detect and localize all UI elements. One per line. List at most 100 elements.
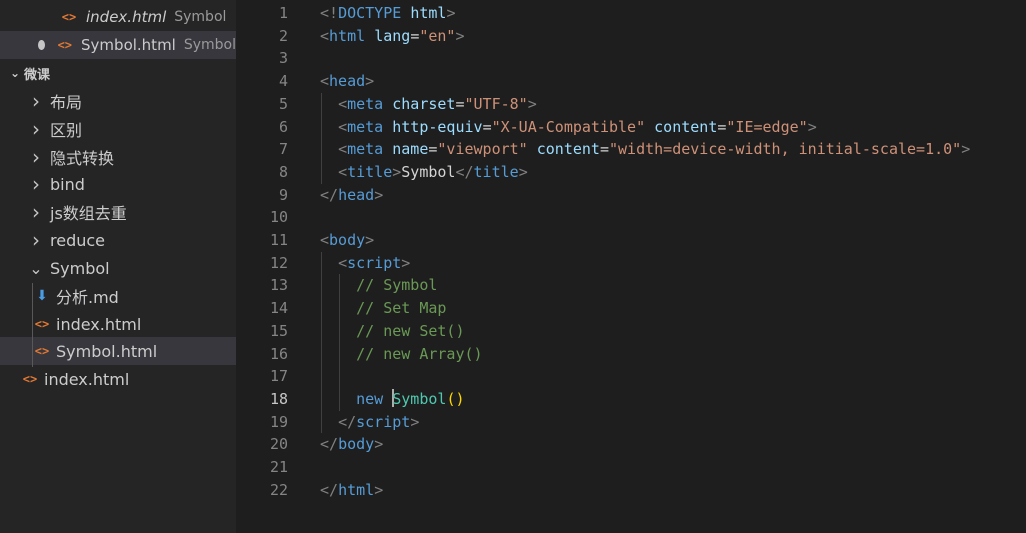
code-line[interactable]: 12 <script>: [236, 252, 1026, 275]
code-attr-name: content: [536, 140, 600, 159]
tree-item[interactable]: ⌄ Symbol: [0, 254, 236, 282]
code-tag-bracket: >: [374, 435, 384, 454]
line-number: 1: [278, 4, 288, 22]
code-line[interactable]: 5 <meta charset="UTF-8">: [236, 93, 1026, 116]
code-content: <meta name="viewport" content="width=dev…: [320, 138, 970, 161]
code-line[interactable]: 20 </body>: [236, 433, 1026, 456]
open-editor-index-html[interactable]: <> index.html Symbol: [0, 3, 236, 31]
unsaved-dot-icon[interactable]: [38, 40, 45, 50]
code-line[interactable]: 8 <title>Symbol</title>: [236, 161, 1026, 184]
open-editor-filename: Symbol.html: [81, 36, 176, 54]
code-line[interactable]: 21: [236, 456, 1026, 479]
code-line[interactable]: 11 <body>: [236, 229, 1026, 252]
tree-item[interactable]: <> Symbol.html: [0, 337, 236, 365]
code-string: "UTF-8": [464, 94, 528, 113]
code-editor[interactable]: 1 <!DOCTYPE html> 2 <html lang="en"> 3 4 <head…: [236, 0, 1026, 533]
code-comment: // new Set(): [356, 321, 465, 340]
line-number: 18: [269, 389, 288, 408]
open-editor-folder: Symbol: [174, 9, 227, 25]
code-content: </script>: [320, 411, 419, 434]
tree-item[interactable]: › 布局: [0, 87, 236, 115]
code-line[interactable]: 10: [236, 206, 1026, 229]
html-file-icon: <>: [61, 10, 77, 24]
tree-item[interactable]: › 隐式转换: [0, 143, 236, 171]
code-content: // new Array(): [320, 343, 482, 366]
code-tag-bracket: <: [338, 94, 348, 113]
code-line[interactable]: 6 <meta http-equiv="X-UA-Compatible" con…: [236, 116, 1026, 139]
code-line[interactable]: 13 // Symbol: [236, 274, 1026, 297]
code-attr-name: html: [410, 4, 447, 22]
code-line[interactable]: 14 // Set Map: [236, 297, 1026, 320]
tree-item[interactable]: <> index.html: [0, 310, 236, 338]
open-editor-symbol-html[interactable]: <> Symbol.html Symbol: [0, 31, 236, 59]
line-number: 3: [278, 49, 288, 68]
line-number: 11: [269, 231, 288, 249]
code-text: =: [599, 140, 609, 159]
explorer-root-folder[interactable]: ⌄ 微课: [0, 60, 236, 86]
html-file-icon: <>: [34, 344, 50, 358]
line-number: 8: [278, 162, 288, 181]
code-tag-bracket: </: [320, 435, 339, 454]
code-string: "X-UA-Compatible": [491, 117, 646, 136]
code-tag-bracket: >: [446, 4, 456, 22]
code-line[interactable]: 17: [236, 365, 1026, 388]
code-line[interactable]: 16 // new Array(): [236, 343, 1026, 366]
code-line[interactable]: 9 </head>: [236, 184, 1026, 207]
code-line[interactable]: 18 new Symbol(): [236, 388, 1026, 411]
chevron-right-icon: ›: [32, 228, 40, 252]
chevron-down-icon: ⌄: [29, 258, 43, 278]
code-paren: (): [446, 389, 465, 408]
chevron-down-icon: ⌄: [10, 66, 21, 80]
code-tag-bracket: >: [518, 162, 528, 181]
code-line[interactable]: 2 <html lang="en">: [236, 25, 1026, 48]
tree-item-label: 区别: [50, 121, 83, 140]
code-line[interactable]: 1 <!DOCTYPE html>: [236, 2, 1026, 25]
code-text: =: [455, 94, 465, 113]
code-content: <title>Symbol</title>: [320, 161, 528, 184]
code-line[interactable]: 7 <meta name="viewport" content="width=d…: [236, 138, 1026, 161]
code-content: new Symbol(): [320, 388, 465, 411]
code-content: <meta http-equiv="X-UA-Compatible" conte…: [320, 116, 817, 139]
code-content: </head>: [320, 184, 383, 207]
code-line[interactable]: 22 </html>: [236, 479, 1026, 502]
code-tag-name: script: [356, 412, 411, 431]
code-tag-name: body: [338, 435, 375, 454]
code-tag-bracket: </: [320, 480, 339, 499]
code-tag-bracket: <!: [320, 4, 339, 22]
code-attr-name: name: [392, 140, 429, 159]
tree-item[interactable]: › reduce: [0, 226, 236, 254]
open-editor-filename: index.html: [86, 8, 167, 26]
code-content: <body>: [320, 229, 374, 252]
code-tag-name: head: [338, 185, 375, 204]
code-tag-bracket: <: [338, 140, 348, 159]
tree-item-label: 布局: [50, 93, 83, 112]
code-line[interactable]: 15 // new Set(): [236, 320, 1026, 343]
tree-item-label: index.html: [44, 369, 130, 389]
code-tag-bracket: <: [320, 72, 330, 91]
code-attr-name: http-equiv: [392, 117, 483, 136]
code-tag-bracket: >: [961, 140, 971, 159]
code-line[interactable]: 4 <head>: [236, 70, 1026, 93]
code-tag-bracket: >: [374, 185, 384, 204]
tree-item[interactable]: › bind: [0, 170, 236, 198]
line-number: 19: [269, 412, 288, 431]
chevron-right-icon: ›: [32, 117, 40, 141]
tree-item[interactable]: <> index.html: [0, 365, 236, 393]
code-line[interactable]: 3: [236, 47, 1026, 70]
code-line[interactable]: 19 </script>: [236, 411, 1026, 434]
tree-item-label: 隐式转换: [50, 149, 115, 168]
tree-item[interactable]: › 区别: [0, 115, 236, 143]
code-tag-bracket: >: [527, 94, 537, 113]
tree-item[interactable]: › js数组去重: [0, 198, 236, 226]
tree-item[interactable]: ⬇ 分析.md: [0, 282, 236, 310]
code-tag-bracket: >: [374, 480, 384, 499]
